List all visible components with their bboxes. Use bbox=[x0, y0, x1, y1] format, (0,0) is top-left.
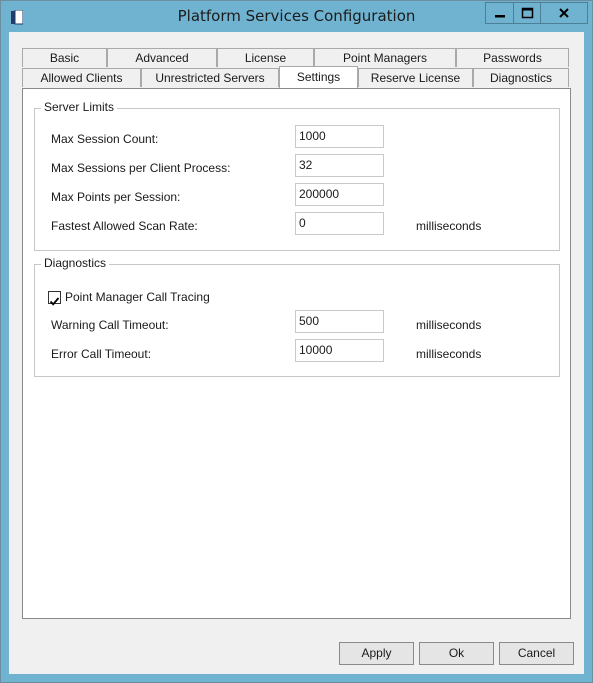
max-points-per-session-input[interactable]: 200000 bbox=[295, 183, 384, 206]
warning-timeout-label: Warning Call Timeout: bbox=[51, 318, 169, 332]
max-sessions-per-client-input[interactable]: 32 bbox=[295, 154, 384, 177]
tab-advanced[interactable]: Advanced bbox=[107, 48, 217, 67]
ok-button[interactable]: Ok bbox=[419, 642, 494, 665]
settings-panel: Server Limits Max Session Count: 1000 Ma… bbox=[22, 88, 571, 619]
error-timeout-input[interactable]: 10000 bbox=[295, 339, 384, 362]
warning-timeout-unit: milliseconds bbox=[416, 318, 482, 332]
fastest-scan-rate-label: Fastest Allowed Scan Rate: bbox=[51, 219, 198, 233]
tab-reserve-license[interactable]: Reserve License bbox=[358, 68, 473, 87]
warning-timeout-input[interactable]: 500 bbox=[295, 310, 384, 333]
tab-diagnostics[interactable]: Diagnostics bbox=[473, 68, 569, 87]
minimize-button[interactable] bbox=[485, 2, 515, 24]
call-tracing-checkbox[interactable] bbox=[48, 291, 61, 306]
max-sessions-per-client-label: Max Sessions per Client Process: bbox=[51, 161, 231, 175]
title-bar[interactable]: Platform Services Configuration bbox=[1, 1, 592, 32]
error-timeout-label: Error Call Timeout: bbox=[51, 347, 152, 361]
tab-point-managers[interactable]: Point Managers bbox=[314, 48, 456, 67]
max-session-count-label: Max Session Count: bbox=[51, 132, 159, 146]
maximize-button[interactable] bbox=[513, 2, 542, 24]
maximize-icon bbox=[521, 7, 534, 19]
fastest-scan-rate-input[interactable]: 0 bbox=[295, 212, 384, 235]
tab-basic[interactable]: Basic bbox=[22, 48, 107, 67]
minimize-icon bbox=[495, 15, 505, 18]
call-tracing-label[interactable]: Point Manager Call Tracing bbox=[65, 290, 210, 304]
app-window: Platform Services Configuration Basic Ad… bbox=[0, 0, 593, 683]
apply-button[interactable]: Apply bbox=[339, 642, 414, 665]
max-points-per-session-label: Max Points per Session: bbox=[51, 190, 181, 204]
cancel-button[interactable]: Cancel bbox=[499, 642, 574, 665]
max-session-count-input[interactable]: 1000 bbox=[295, 125, 384, 148]
tab-settings[interactable]: Settings bbox=[279, 66, 358, 88]
tab-passwords[interactable]: Passwords bbox=[456, 48, 569, 67]
diagnostics-group: Diagnostics Point Manager Call Tracing W… bbox=[34, 256, 560, 377]
tab-license[interactable]: License bbox=[217, 48, 314, 67]
diagnostics-title: Diagnostics bbox=[41, 256, 110, 270]
tab-allowed-clients[interactable]: Allowed Clients bbox=[22, 68, 141, 87]
server-limits-title: Server Limits bbox=[41, 100, 118, 114]
checkmark-icon bbox=[49, 297, 60, 306]
tab-unrestricted-servers[interactable]: Unrestricted Servers bbox=[141, 68, 279, 87]
error-timeout-unit: milliseconds bbox=[416, 347, 482, 361]
close-icon bbox=[559, 8, 569, 18]
close-button[interactable] bbox=[540, 2, 588, 24]
client-area: Basic Advanced License Point Managers Pa… bbox=[9, 32, 584, 674]
scan-rate-unit: milliseconds bbox=[416, 219, 482, 233]
server-limits-group: Server Limits Max Session Count: 1000 Ma… bbox=[34, 100, 560, 251]
